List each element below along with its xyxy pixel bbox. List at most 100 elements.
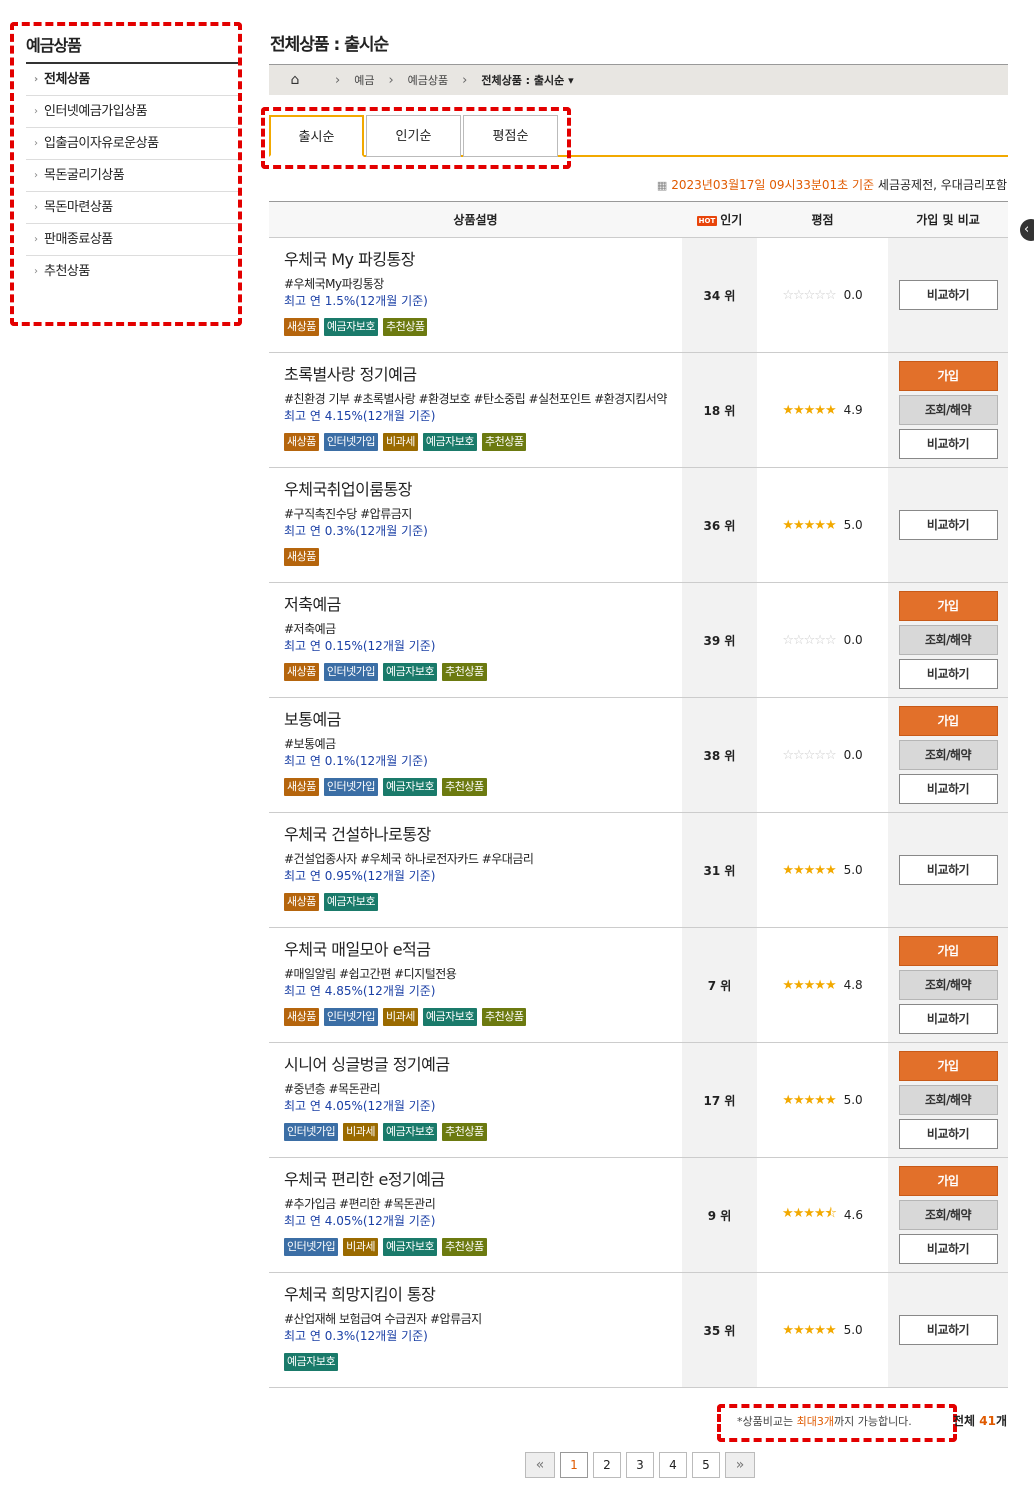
breadcrumb-item[interactable]: 예금상품 (408, 72, 448, 88)
sidebar-item-recommended[interactable]: 추천상품 (26, 256, 238, 288)
join-button[interactable]: 가입 (898, 361, 998, 391)
page-button[interactable]: 3 (626, 1452, 654, 1478)
compare-button[interactable]: 비교하기 (898, 1234, 998, 1264)
tab-latest[interactable]: 출시순 (269, 115, 364, 157)
product-info: 우체국 편리한 e정기예금 #추가입금 #편리한 #목돈관리 최고 연 4.05… (269, 1158, 682, 1272)
page-button[interactable]: 5 (692, 1452, 720, 1478)
inquiry-cancel-button[interactable]: 조회/해약 (898, 395, 998, 425)
pagination: « 1 2 3 4 5 » (525, 1452, 755, 1478)
compare-button[interactable]: 비교하기 (898, 659, 998, 689)
col-action: 가입 및 비교 (916, 213, 980, 227)
inquiry-cancel-button[interactable]: 조회/해약 (898, 625, 998, 655)
product-badge: 새상품 (284, 433, 319, 451)
star-icon: ★ (803, 977, 816, 993)
inquiry-cancel-button[interactable]: 조회/해약 (898, 1085, 998, 1115)
join-button[interactable]: 가입 (898, 936, 998, 966)
home-icon[interactable]: ⌂ (269, 72, 321, 88)
product-name[interactable]: 보통예금 (284, 706, 682, 730)
product-rate: 최고 연 4.15%(12개월 기준) (284, 409, 436, 423)
star-rating: ☆☆☆☆☆ (782, 288, 836, 303)
sidebar-item-lump-save[interactable]: 목돈마련상품 (26, 192, 238, 224)
product-name[interactable]: 우체국 건설하나로통장 (284, 821, 682, 845)
product-badge: 새상품 (284, 548, 319, 566)
page-button[interactable]: 2 (593, 1452, 621, 1478)
sidebar-item-lump-invest[interactable]: 목돈굴리기상품 (26, 160, 238, 192)
join-button[interactable]: 가입 (898, 591, 998, 621)
product-hashtags: #건설업종사자 #우체국 하나로전자카드 #우대금리 (284, 852, 534, 866)
product-badge: 인터넷가입 (284, 1123, 339, 1141)
join-button[interactable]: 가입 (898, 706, 998, 736)
product-badge: 추천상품 (481, 433, 527, 451)
product-name[interactable]: 우체국 희망지킴이 통장 (284, 1281, 682, 1305)
rating-score: 5.0 (843, 863, 863, 877)
breadcrumb: ⌂ › 예금 › 예금상품 › 전체상품 : 출시순 ▾ (269, 64, 1008, 95)
star-icon: ★ (803, 1092, 816, 1108)
product-name[interactable]: 우체국취업이룸통장 (284, 476, 682, 500)
popularity-rank: 35 위 (682, 1273, 757, 1387)
product-name[interactable]: 우체국 My 파킹통장 (284, 246, 682, 270)
star-rating: ★★★★★ (782, 1322, 837, 1338)
page-title: 전체상품 : 출시순 (270, 35, 389, 55)
join-button[interactable]: 가입 (898, 1051, 998, 1081)
side-collapse-icon[interactable]: ‹ (1020, 219, 1034, 241)
compare-button[interactable]: 비교하기 (898, 1004, 998, 1034)
action-cell: 가입조회/해약비교하기 (888, 353, 1008, 467)
table-header: 상품설명 HOT 인기 평점 가입 및 비교 (269, 202, 1008, 238)
product-name[interactable]: 우체국 매일모아 e적금 (284, 936, 682, 960)
product-hashtags: #우체국My파킹통장 (284, 277, 384, 291)
compare-button[interactable]: 비교하기 (898, 1315, 998, 1345)
page-button[interactable]: 1 (560, 1452, 588, 1478)
compare-button[interactable]: 비교하기 (898, 855, 998, 885)
star-icon: ★ (824, 1322, 837, 1338)
star-icon: ★ (803, 1206, 815, 1221)
product-badge: 예금자보호 (382, 1123, 438, 1141)
product-badge: 인터넷가입 (284, 1238, 339, 1256)
sidebar-item-discontinued[interactable]: 판매종료상품 (26, 224, 238, 256)
product-badge: 새상품 (284, 778, 319, 796)
badge-list: 새상품 예금자보호 추천상품 (284, 318, 682, 336)
product-badge: 인터넷가입 (323, 778, 378, 796)
star-icon: ★ (824, 977, 837, 993)
prev-page-icon[interactable]: « (525, 1452, 555, 1478)
compare-button[interactable]: 비교하기 (898, 429, 998, 459)
compare-button[interactable]: 비교하기 (898, 774, 998, 804)
join-button[interactable]: 가입 (898, 1166, 998, 1196)
popularity-rank: 38 위 (682, 698, 757, 812)
action-cell: 가입조회/해약비교하기 (888, 1158, 1008, 1272)
action-cell: 비교하기 (888, 468, 1008, 582)
compare-button[interactable]: 비교하기 (898, 1119, 998, 1149)
table-row: 초록별사랑 정기예금 #친환경 기부 #초록별사랑 #환경보호 #탄소중립 #실… (269, 353, 1008, 468)
product-badge: 예금자보호 (323, 893, 378, 911)
product-name[interactable]: 초록별사랑 정기예금 (284, 361, 682, 385)
compare-button[interactable]: 비교하기 (898, 280, 998, 310)
product-name[interactable]: 시니어 싱글벙글 정기예금 (284, 1051, 682, 1075)
star-icon: ★ (781, 1206, 794, 1221)
next-page-icon[interactable]: » (725, 1452, 755, 1478)
sidebar-item-all[interactable]: 전체상품 (26, 64, 238, 96)
star-icon: ☆ (814, 632, 826, 648)
popularity-rank: 34 위 (682, 238, 757, 352)
star-icon: ☆ (803, 632, 816, 648)
inquiry-cancel-button[interactable]: 조회/해약 (898, 970, 998, 1000)
sidebar-item-free-deposit[interactable]: 입출금이자유로운상품 (26, 128, 238, 160)
col-popularity: HOT 인기 (696, 213, 743, 227)
breadcrumb-item[interactable]: 예금 (354, 72, 374, 88)
page-button[interactable]: 4 (659, 1452, 687, 1478)
star-icon: ★ (782, 1092, 794, 1108)
product-name[interactable]: 저축예금 (284, 591, 682, 615)
inquiry-cancel-button[interactable]: 조회/해약 (898, 740, 998, 770)
inquiry-cancel-button[interactable]: 조회/해약 (898, 1200, 998, 1230)
star-icon: ★ (792, 517, 805, 533)
star-icon: ☆ (814, 747, 826, 763)
breadcrumb-current[interactable]: 전체상품 : 출시순 ▾ (481, 72, 573, 88)
compare-button[interactable]: 비교하기 (898, 510, 998, 540)
badge-list: 새상품 (284, 548, 682, 566)
calendar-icon: ▦ (656, 179, 668, 192)
product-hashtags: #저축예금 (284, 622, 336, 636)
product-badge: 추천상품 (442, 778, 487, 796)
rating-cell: ★★★★★ 4.8 (757, 928, 888, 1042)
product-name[interactable]: 우체국 편리한 e정기예금 (284, 1166, 682, 1190)
badge-list: 인터넷가입 비과세 예금자보호 추천상품 (284, 1123, 682, 1141)
star-icon: ☆ (782, 632, 794, 648)
sidebar-item-internet[interactable]: 인터넷예금가입상품 (26, 96, 238, 128)
